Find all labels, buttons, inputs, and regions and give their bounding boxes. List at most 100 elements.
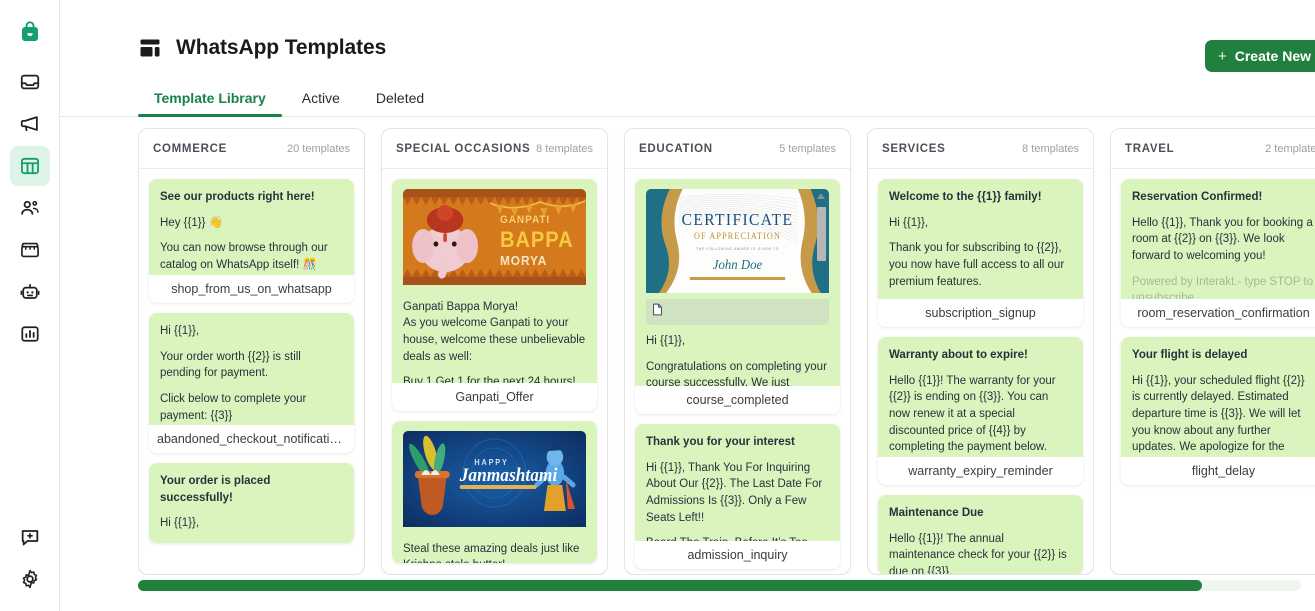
column-header: EDUCATION5 templates (625, 129, 850, 169)
media-scrollbar[interactable] (817, 193, 826, 321)
template-name-label: warranty_expiry_reminder (878, 457, 1083, 485)
template-card[interactable]: See our products right here! Hey {{1}} 👋 Y… (149, 179, 354, 303)
create-new-button[interactable]: + Create New (1205, 40, 1315, 72)
svg-text:THE FOLLOWING AWARD IS GIVEN T: THE FOLLOWING AWARD IS GIVEN TO (696, 247, 779, 251)
template-name-label: abandoned_checkout_notification_... (149, 425, 354, 453)
brand-logo-icon[interactable] (10, 12, 50, 52)
users-icon[interactable] (10, 188, 50, 228)
document-attachment-bar[interactable] (646, 299, 829, 325)
column-header: SERVICES8 templates (868, 129, 1093, 169)
column-card-list: CERTIFICATE OF APPRECIATION THE FOLLOWIN… (625, 169, 850, 574)
template-text-line: You can now browse through our catalog o… (160, 240, 343, 273)
tab-active[interactable]: Active (286, 84, 356, 116)
template-text-line: Thank you for subscribing to {{2}}, you … (889, 240, 1072, 290)
page-header: WhatsApp Templates + Create New (60, 0, 1315, 88)
app-root: WhatsApp Templates + Create New Template… (0, 0, 1315, 611)
svg-text:MORYA: MORYA (500, 254, 547, 269)
template-card[interactable]: Reservation Confirmed!Hello {{1}}, Thank… (1121, 179, 1315, 327)
media-scroll-thumb[interactable] (817, 207, 826, 261)
template-column: SPECIAL OCCASIONS8 templates (381, 128, 608, 575)
template-name-label: Ganpati_Offer (392, 383, 597, 411)
chat-plus-icon[interactable] (10, 517, 50, 557)
svg-text:OF APPRECIATION: OF APPRECIATION (694, 231, 781, 241)
template-preview-bubble: Your order is placed successfully! Hi {{1… (149, 463, 354, 543)
page-title-group: WhatsApp Templates (138, 0, 386, 60)
template-name-label: flight_delay (1121, 457, 1315, 485)
document-icon (652, 303, 663, 321)
template-text-line: Your order worth {{2}} is still pending … (160, 349, 343, 382)
tab-deleted[interactable]: Deleted (360, 84, 440, 116)
column-title: EDUCATION (639, 143, 713, 155)
template-card[interactable]: Your flight is delayedHi {{1}}, your sch… (1121, 337, 1315, 485)
rail-bottom-group (10, 517, 50, 611)
column-header: COMMERCE 20 templates (139, 129, 364, 169)
certificate-of-appreciation-document: CERTIFICATE OF APPRECIATION THE FOLLOWIN… (646, 189, 829, 325)
column-title: COMMERCE (153, 143, 227, 155)
svg-text:GANPATI: GANPATI (500, 214, 550, 227)
template-card[interactable]: GANPATI BAPPA MORYA Ganpati Bappa Morya!… (392, 179, 597, 411)
template-card[interactable]: HAPPY Janmashtami Steal these amazing de… (392, 421, 597, 563)
template-text-line: Thank you for your interest (646, 434, 829, 451)
template-text-line: Hi {{1}}, (646, 333, 829, 350)
template-card[interactable]: Maintenance DueHello {{1}}! The annual m… (878, 495, 1083, 574)
column-card-list: Reservation Confirmed!Hello {{1}}, Thank… (1111, 169, 1315, 574)
gear-icon[interactable] (10, 559, 50, 599)
template-text-line: Hi {{1}}, (160, 515, 343, 532)
robot-icon[interactable] (10, 272, 50, 312)
template-preview-bubble: Maintenance DueHello {{1}}! The annual m… (878, 495, 1083, 574)
scroll-up-arrow-icon[interactable] (817, 193, 825, 199)
dashboard-layout-icon (138, 36, 162, 60)
template-name-label: admission_inquiry (635, 541, 840, 569)
template-text-line: See our products right here! (160, 189, 343, 206)
template-card[interactable]: Your order is placed successfully! Hi {{1… (149, 463, 354, 543)
create-new-label: Create New (1235, 48, 1311, 64)
column-header: SPECIAL OCCASIONS8 templates (382, 129, 607, 169)
sidebar-item-templates[interactable] (10, 146, 50, 186)
template-text-line: Maintenance Due (889, 505, 1072, 522)
column-template-count: 20 templates (287, 143, 350, 155)
template-text-line: Warranty about to expire! (889, 347, 1072, 364)
page-title: WhatsApp Templates (176, 36, 386, 60)
column-card-list: See our products right here! Hey {{1}} 👋 Y… (139, 169, 364, 574)
column-header: TRAVEL 2 templates (1111, 129, 1315, 169)
template-text-line: Your order is placed successfully! (160, 473, 343, 506)
template-name-label: subscription_signup (878, 299, 1083, 327)
inbox-icon[interactable] (10, 62, 50, 102)
template-preview-bubble: CERTIFICATE OF APPRECIATION THE FOLLOWIN… (635, 179, 840, 414)
template-text-line: Welcome to the {{1}} family! (889, 189, 1072, 206)
column-card-list: GANPATI BAPPA MORYA Ganpati Bappa Morya!… (382, 169, 607, 574)
template-name-label: shop_from_us_on_whatsapp (149, 275, 354, 303)
template-card[interactable]: Welcome to the {{1}} family!Hi {{1}},Tha… (878, 179, 1083, 327)
svg-text:BAPPA: BAPPA (500, 228, 574, 252)
horizontal-scrollbar[interactable] (138, 580, 1301, 591)
template-card[interactable]: CERTIFICATE OF APPRECIATION THE FOLLOWIN… (635, 179, 840, 414)
bar-chart-icon[interactable] (10, 314, 50, 354)
svg-text:Janmashtami: Janmashtami (459, 464, 557, 485)
template-text-line: Hi {{1}}, (160, 323, 343, 340)
template-name-label: course_completed (635, 386, 840, 414)
column-template-count: 8 templates (1022, 143, 1079, 155)
column-title: TRAVEL (1125, 143, 1174, 155)
template-card[interactable]: Hi {{1}}, Your order worth {{2}} is still… (149, 313, 354, 453)
column-template-count: 2 templates (1265, 143, 1315, 155)
template-column: EDUCATION5 templates CERTIFICATE OF APPR… (624, 128, 851, 575)
template-text-line: Hey {{1}} 👋 (160, 215, 343, 232)
template-preview-bubble: GANPATI BAPPA MORYA Ganpati Bappa Morya!… (392, 179, 597, 411)
tab-template-library[interactable]: Template Library (138, 84, 282, 116)
megaphone-icon[interactable] (10, 104, 50, 144)
template-column: COMMERCE 20 templates See our products rig… (138, 128, 365, 575)
main-content: WhatsApp Templates + Create New Template… (60, 0, 1315, 611)
tab-bar: Template Library Active Deleted (60, 84, 1315, 117)
storefront-icon[interactable] (10, 230, 50, 270)
template-text-line: Thank you for shopping with us. We have (160, 541, 343, 543)
column-title: SPECIAL OCCASIONS (396, 143, 530, 155)
template-card[interactable]: Thank you for your interestHi {{1}}, Tha… (635, 424, 840, 569)
happy-janmashtami-banner: HAPPY Janmashtami (403, 431, 586, 533)
template-card[interactable]: Warranty about to expire! Hello {{1}}! Th… (878, 337, 1083, 485)
template-column: SERVICES8 templates Welcome to the {{1}} … (867, 128, 1094, 575)
template-column: TRAVEL 2 templates Reservation Confirmed!H… (1110, 128, 1315, 575)
template-text-line: Hello {{1}}! The warranty for your {{2}}… (889, 373, 1072, 456)
template-preview-bubble: HAPPY Janmashtami Steal these amazing de… (392, 421, 597, 563)
template-board[interactable]: COMMERCE 20 templates See our products rig… (60, 128, 1315, 575)
scrollbar-thumb[interactable] (138, 580, 1202, 591)
